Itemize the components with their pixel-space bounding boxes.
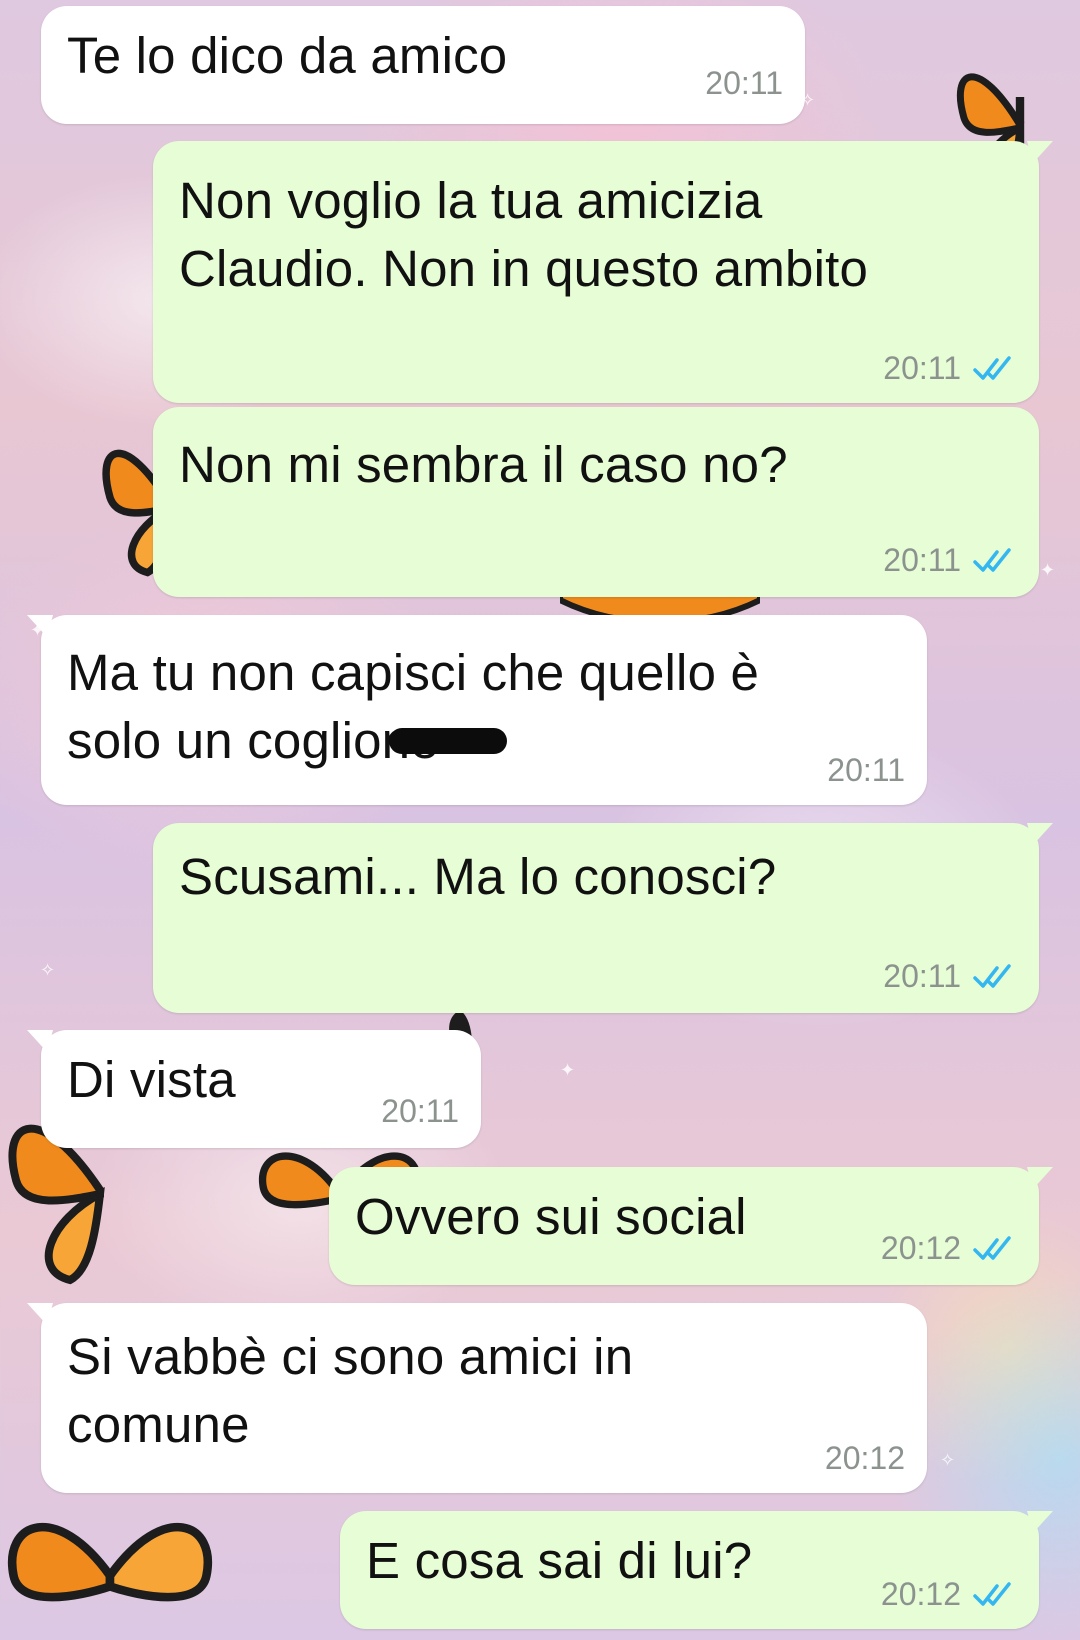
bubble-tail — [27, 1030, 53, 1052]
double-check-icon — [973, 1235, 1011, 1260]
message-bubble-incoming[interactable]: Si vabbè ci sono amici in comune 20:12 — [27, 1303, 927, 1493]
message-timestamp: 20:12 — [824, 1440, 905, 1476]
message-meta: 20:12 — [825, 1440, 905, 1477]
double-check-icon — [973, 1581, 1011, 1606]
message-text: Si vabbè ci sono amici in comune — [67, 1328, 634, 1453]
butterfly-icon — [7, 1522, 213, 1602]
message-meta: 20:11 — [883, 958, 1017, 995]
bubble-tail — [1027, 823, 1053, 845]
double-check-icon — [973, 963, 1011, 988]
sparkle-icon: ✦ — [1040, 560, 1056, 580]
message-text: Scusami... Ma lo conosci? — [179, 848, 777, 905]
message-meta: 20:11 — [883, 350, 1017, 387]
redaction-mark — [389, 728, 507, 754]
bubble-tail — [27, 615, 53, 637]
message-timestamp: 20:11 — [827, 752, 905, 788]
sparkle-icon: ✧ — [40, 960, 56, 980]
double-check-icon — [973, 547, 1011, 572]
double-check-icon — [973, 355, 1011, 380]
message-text: Non voglio la tua amicizia Claudio. Non … — [179, 172, 869, 297]
message-text: Ma tu non capisci che quello è solo un c… — [67, 644, 760, 769]
message-bubble-outgoing[interactable]: E cosa sai di lui? 20:12 — [340, 1511, 1053, 1629]
message-timestamp: 20:12 — [880, 1230, 961, 1266]
message-meta: 20:11 — [827, 752, 905, 789]
message-timestamp: 20:12 — [880, 1576, 961, 1612]
message-meta: 20:12 — [881, 1230, 1017, 1267]
message-bubble-outgoing[interactable]: Scusami... Ma lo conosci? 20:11 — [153, 823, 1053, 1013]
message-meta: 20:11 — [883, 542, 1017, 579]
bubble-tail — [1027, 1511, 1053, 1533]
sparkle-icon: ✧ — [940, 1450, 956, 1470]
message-meta: 20:11 — [705, 65, 783, 102]
message-timestamp: 20:11 — [705, 65, 783, 101]
bubble-tail — [1027, 141, 1053, 163]
message-timestamp: 20:11 — [883, 958, 961, 994]
message-bubble-incoming[interactable]: Ma tu non capisci che quello è solo un c… — [27, 615, 927, 805]
message-timestamp: 20:11 — [381, 1093, 459, 1129]
bubble-tail — [27, 1303, 53, 1325]
bubble-tail — [1027, 1167, 1053, 1189]
message-bubble-incoming[interactable]: Te lo dico da amico 20:11 — [41, 6, 805, 124]
message-timestamp: 20:11 — [883, 542, 961, 578]
message-bubble-outgoing[interactable]: Non mi sembra il caso no? 20:11 — [153, 407, 1039, 597]
message-meta: 20:11 — [381, 1093, 459, 1130]
message-meta: 20:12 — [881, 1576, 1017, 1613]
message-timestamp: 20:11 — [883, 350, 961, 386]
message-text: Non mi sembra il caso no? — [179, 436, 788, 493]
message-bubble-outgoing[interactable]: Non voglio la tua amicizia Claudio. Non … — [153, 141, 1053, 403]
message-bubble-outgoing[interactable]: Ovvero sui social 20:12 — [329, 1167, 1053, 1285]
message-bubble-incoming[interactable]: Di vista 20:11 — [27, 1030, 481, 1148]
message-text: Te lo dico da amico — [67, 27, 508, 84]
sparkle-icon: ✦ — [560, 1060, 576, 1080]
